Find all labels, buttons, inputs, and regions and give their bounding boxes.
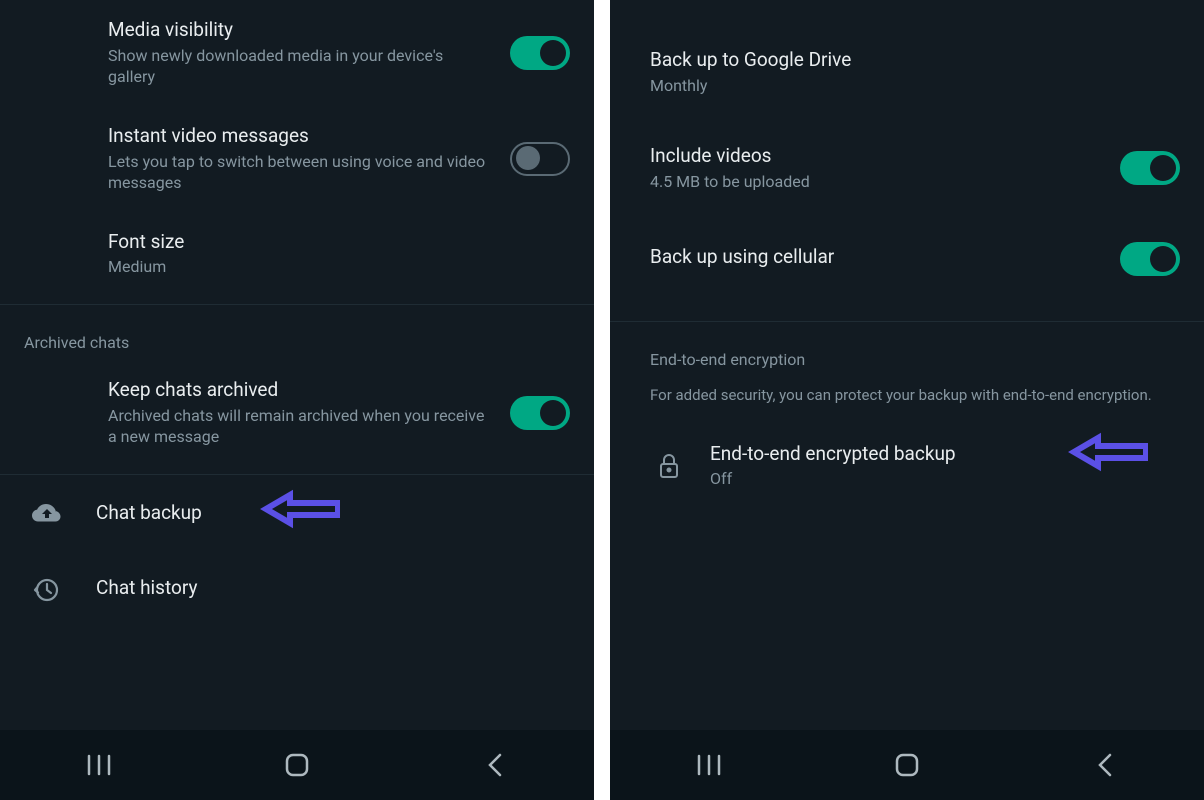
- google-drive-value: Monthly: [650, 75, 1164, 97]
- home-button[interactable]: [257, 745, 337, 785]
- media-visibility-subtitle: Show newly downloaded media in your devi…: [108, 45, 494, 88]
- chat-history-row[interactable]: Chat history: [0, 554, 594, 626]
- keep-archived-toggle[interactable]: [510, 396, 570, 430]
- e2e-description: For added security, you can protect your…: [610, 377, 1204, 424]
- font-size-value: Medium: [108, 256, 554, 278]
- cellular-toggle[interactable]: [1120, 242, 1180, 276]
- google-drive-title: Back up to Google Drive: [650, 48, 1164, 73]
- google-drive-row[interactable]: Back up to Google Drive Monthly: [610, 30, 1204, 114]
- font-size-row[interactable]: Font size Medium: [0, 212, 594, 296]
- e2e-backup-title: End-to-end encrypted backup: [710, 442, 1164, 467]
- nav-bar: [0, 730, 594, 800]
- cellular-title: Back up using cellular: [650, 245, 1104, 270]
- instant-video-row[interactable]: Instant video messages Lets you tap to s…: [0, 106, 594, 212]
- media-visibility-toggle[interactable]: [510, 36, 570, 70]
- chat-history-title: Chat history: [96, 576, 554, 601]
- include-videos-subtitle: 4.5 MB to be uploaded: [650, 171, 1104, 193]
- include-videos-row[interactable]: Include videos 4.5 MB to be uploaded: [610, 126, 1204, 210]
- cellular-row[interactable]: Back up using cellular: [610, 223, 1204, 295]
- left-screenshot: Media visibility Show newly downloaded m…: [0, 0, 594, 800]
- font-size-title: Font size: [108, 230, 554, 255]
- recents-button[interactable]: [669, 745, 749, 785]
- recents-button[interactable]: [59, 745, 139, 785]
- keep-archived-subtitle: Archived chats will remain archived when…: [108, 405, 494, 448]
- keep-archived-row[interactable]: Keep chats archived Archived chats will …: [0, 360, 594, 466]
- lock-icon: [650, 453, 710, 479]
- right-content: Back up to Google Drive Monthly Include …: [610, 0, 1204, 730]
- back-button[interactable]: [1065, 745, 1145, 785]
- e2e-backup-row[interactable]: End-to-end encrypted backup Off: [610, 424, 1204, 508]
- e2e-backup-value: Off: [710, 468, 1164, 490]
- history-icon: [24, 576, 96, 604]
- include-videos-toggle[interactable]: [1120, 151, 1180, 185]
- right-screenshot: Back up to Google Drive Monthly Include …: [610, 0, 1204, 800]
- archived-chats-header: Archived chats: [0, 305, 594, 360]
- media-visibility-row[interactable]: Media visibility Show newly downloaded m…: [0, 0, 594, 106]
- include-videos-title: Include videos: [650, 144, 1104, 169]
- cloud-upload-icon: [24, 502, 96, 526]
- home-button[interactable]: [867, 745, 947, 785]
- instant-video-title: Instant video messages: [108, 124, 494, 149]
- back-button[interactable]: [455, 745, 535, 785]
- instant-video-toggle[interactable]: [510, 142, 570, 176]
- instant-video-subtitle: Lets you tap to switch between using voi…: [108, 151, 494, 194]
- media-visibility-title: Media visibility: [108, 18, 494, 43]
- left-content: Media visibility Show newly downloaded m…: [0, 0, 594, 730]
- e2e-header: End-to-end encryption: [610, 322, 1204, 377]
- chat-backup-row[interactable]: Chat backup: [0, 475, 594, 554]
- nav-bar: [610, 730, 1204, 800]
- keep-archived-title: Keep chats archived: [108, 378, 494, 403]
- chat-backup-title: Chat backup: [96, 501, 554, 526]
